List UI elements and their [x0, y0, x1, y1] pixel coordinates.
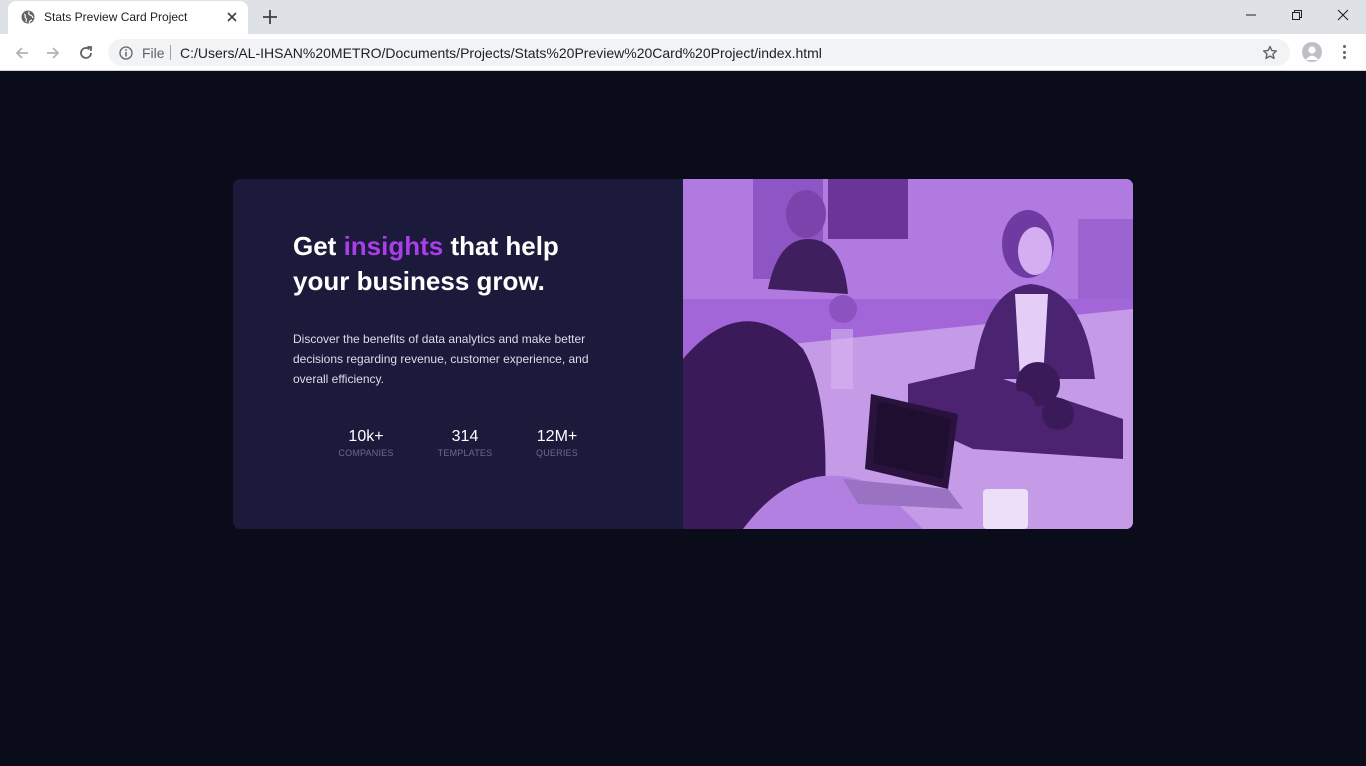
new-tab-plus-icon[interactable] [261, 8, 279, 26]
tab-strip: Stats Preview Card Project [0, 0, 1366, 34]
browser-menu-icon[interactable] [1334, 43, 1354, 61]
window-minimize-button[interactable] [1228, 0, 1274, 30]
url-text[interactable]: C:/Users/AL-IHSAN%20METRO/Documents/Proj… [180, 45, 822, 61]
office-scene-illustration [683, 179, 1133, 529]
minimize-icon [1246, 14, 1256, 16]
window-close-button[interactable] [1320, 0, 1366, 30]
info-icon[interactable] [119, 46, 133, 60]
person-icon [1305, 46, 1319, 60]
stats-preview-card: Get insights that help your business gro… [233, 179, 1133, 529]
stat-queries: 12M+ QUERIES [532, 427, 582, 459]
headline-start: Get [293, 231, 344, 261]
stat-value: 12M+ [536, 428, 578, 445]
office-team-image [683, 179, 1133, 529]
stat-templates: 314 TEMPLATES [436, 427, 494, 459]
arrow-right-icon [47, 47, 60, 59]
stat-label: COMPANIES [338, 448, 394, 458]
reload-icon [80, 45, 93, 59]
menu-dot [1342, 56, 1346, 59]
stats-row: 10k+ COMPANIES 314 TEMPLATES 12M+ QUERIE… [293, 427, 623, 467]
forward-button[interactable] [43, 43, 63, 63]
window-restore-button[interactable] [1274, 0, 1320, 30]
browser-toolbar: File C:/Users/AL-IHSAN%20METRO/Documents… [0, 34, 1366, 71]
menu-dot [1342, 50, 1346, 54]
headline-accent: insights [343, 231, 444, 261]
card-headline: Get insights that help your business gro… [293, 229, 613, 299]
card-text-section: Get insights that help your business gro… [233, 179, 683, 529]
card-description: Discover the benefits of data analytics … [293, 332, 589, 386]
globe-icon [21, 10, 35, 24]
profile-avatar-icon[interactable] [1302, 42, 1322, 62]
reload-button[interactable] [76, 43, 96, 63]
stat-companies: 10k+ COMPANIES [337, 427, 395, 459]
url-scheme-label: File [142, 45, 165, 61]
close-icon [1337, 9, 1349, 21]
bookmark-star-icon[interactable] [1262, 45, 1278, 61]
menu-dot [1342, 45, 1346, 48]
tab-title: Stats Preview Card Project [44, 10, 188, 24]
back-button[interactable] [12, 43, 32, 63]
browser-tab[interactable]: Stats Preview Card Project [8, 1, 248, 34]
stat-value: 314 [451, 428, 479, 445]
arrow-left-icon [15, 47, 28, 59]
address-bar[interactable]: File C:/Users/AL-IHSAN%20METRO/Documents… [108, 39, 1290, 66]
stat-label: TEMPLATES [437, 448, 493, 458]
stat-value: 10k+ [348, 428, 384, 445]
stat-label: QUERIES [536, 448, 578, 458]
restore-icon [1292, 10, 1302, 20]
page-viewport: Get insights that help your business gro… [0, 71, 1366, 766]
address-separator [170, 45, 171, 60]
close-tab-icon[interactable] [224, 9, 240, 25]
